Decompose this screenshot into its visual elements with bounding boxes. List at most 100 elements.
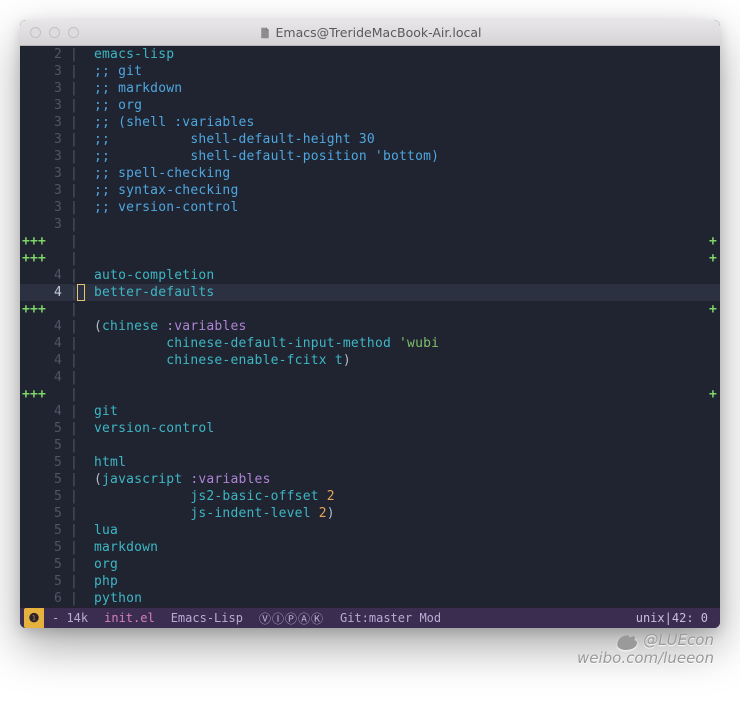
fringe: | [70,335,94,352]
code-line[interactable]: 5|lua [20,522,720,539]
fringe: | [70,216,94,233]
traffic-lights [30,27,79,38]
code-line[interactable]: 4|better-defaults [20,284,720,301]
vc-status[interactable]: Git:master Mod [332,608,449,628]
code-content[interactable]: version-control [94,420,720,437]
relative-line-number: 5 [20,437,70,454]
code-content[interactable] [94,369,720,386]
code-content[interactable]: better-defaults [94,284,720,301]
code-line[interactable]: 5| js2-basic-offset 2 [20,488,720,505]
close-icon[interactable] [30,27,41,38]
code-content[interactable]: chinese-enable-fcitx t) [94,352,720,369]
code-line[interactable]: 4| [20,369,720,386]
code-content[interactable]: git [94,403,720,420]
code-content[interactable]: python [94,590,720,607]
relative-line-number: 4 [20,352,70,369]
code-line[interactable]: 3|;; version-control [20,199,720,216]
code-line[interactable]: +++|+ [20,233,720,250]
code-line[interactable]: 2|emacs-lisp [20,46,720,63]
zoom-icon[interactable] [68,27,79,38]
coding-system: unix [636,611,665,625]
code-line[interactable]: 5| js-indent-level 2) [20,505,720,522]
code-content[interactable]: js-indent-level 2) [94,505,720,522]
code-content[interactable]: emacs-lisp [94,46,720,63]
code-line[interactable]: 6|python [20,590,720,607]
code-line[interactable]: 3|;; spell-checking [20,165,720,182]
code-content[interactable]: ;; version-control [94,199,720,216]
code-line[interactable]: 5|version-control [20,420,720,437]
code-line[interactable]: 3|;; git [20,63,720,80]
code-content[interactable]: ;; syntax-checking [94,182,720,199]
code-line[interactable]: +++|+ [20,386,720,403]
fringe: | [70,148,94,165]
relative-line-number: 3 [20,216,70,233]
code-line[interactable]: 3| [20,216,720,233]
code-content[interactable]: js2-basic-offset 2 [94,488,720,505]
code-content[interactable] [94,216,720,233]
code-content[interactable]: auto-completion [94,267,720,284]
code-line[interactable]: 5|markdown [20,539,720,556]
flycheck-warning-badge[interactable]: ❶ [24,608,44,628]
relative-line-number: 4 [20,318,70,335]
watermark: @LUEcon weibo.com/lueeon [20,628,720,667]
diff-continuation-icon: + [709,301,717,318]
code-line[interactable]: 3|;; syntax-checking [20,182,720,199]
code-content[interactable]: lua [94,522,720,539]
code-line[interactable]: 4|git [20,403,720,420]
code-line[interactable]: 4|auto-completion [20,267,720,284]
code-content[interactable]: ;; shell-default-height 30 [94,131,720,148]
major-mode[interactable]: Emacs-Lisp [163,608,251,628]
code-line[interactable]: 3|;; shell-default-height 30 [20,131,720,148]
code-content[interactable]: ;; spell-checking [94,165,720,182]
relative-line-number: 3 [20,182,70,199]
code-content[interactable]: + [94,386,720,403]
code-line[interactable]: 5|php [20,573,720,590]
code-content[interactable]: ;; shell-default-position 'bottom) [94,148,720,165]
code-content[interactable]: ;; (shell :variables [94,114,720,131]
fringe: | [70,250,94,267]
relative-line-number: 5 [20,454,70,471]
code-line[interactable]: 4| chinese-enable-fcitx t) [20,352,720,369]
code-content[interactable]: org [94,556,720,573]
fringe: | [70,63,94,80]
fringe: | [70,471,94,488]
code-line[interactable]: +++|+ [20,250,720,267]
code-content[interactable]: markdown [94,539,720,556]
relative-line-number: 6 [20,590,70,607]
code-content[interactable]: + [94,250,720,267]
code-line[interactable]: 5|org [20,556,720,573]
buffer-filename[interactable]: init.el [96,608,163,628]
code-content[interactable]: ;; org [94,97,720,114]
code-content[interactable]: ;; markdown [94,80,720,97]
code-content[interactable]: (chinese :variables [94,318,720,335]
code-content[interactable]: html [94,454,720,471]
code-line[interactable]: +++|+ [20,301,720,318]
code-content[interactable]: + [94,233,720,250]
code-content[interactable]: + [94,301,720,318]
code-line[interactable]: 5|html [20,454,720,471]
code-line[interactable]: 5|(javascript :variables [20,471,720,488]
code-line[interactable]: 3|;; (shell :variables [20,114,720,131]
titlebar[interactable]: Emacs@TrerideMacBook-Air.local [20,20,720,46]
minimize-icon[interactable] [49,27,60,38]
code-line[interactable]: 3|;; org [20,97,720,114]
code-line[interactable]: 3|;; shell-default-position 'bottom) [20,148,720,165]
emacs-window: Emacs@TrerideMacBook-Air.local 2|emacs-l… [20,20,720,628]
code-line[interactable]: 5| [20,437,720,454]
code-content[interactable]: chinese-default-input-method 'wubi [94,335,720,352]
relative-line-number: 5 [20,573,70,590]
relative-line-number: 3 [20,165,70,182]
code-content[interactable]: php [94,573,720,590]
code-line[interactable]: 3|;; markdown [20,80,720,97]
code-content[interactable] [94,437,720,454]
relative-line-number: 3 [20,63,70,80]
code-line[interactable]: 4|(chinese :variables [20,318,720,335]
watermark-handle: @LUEcon [643,632,714,649]
document-icon [259,27,271,39]
code-content[interactable]: (javascript :variables [94,471,720,488]
code-line[interactable]: 4| chinese-default-input-method 'wubi [20,335,720,352]
watermark-url: weibo.com/lueeon [577,650,714,667]
weibo-icon [617,632,639,650]
editor-buffer[interactable]: 2|emacs-lisp3|;; git3|;; markdown3|;; or… [20,46,720,607]
code-content[interactable]: ;; git [94,63,720,80]
